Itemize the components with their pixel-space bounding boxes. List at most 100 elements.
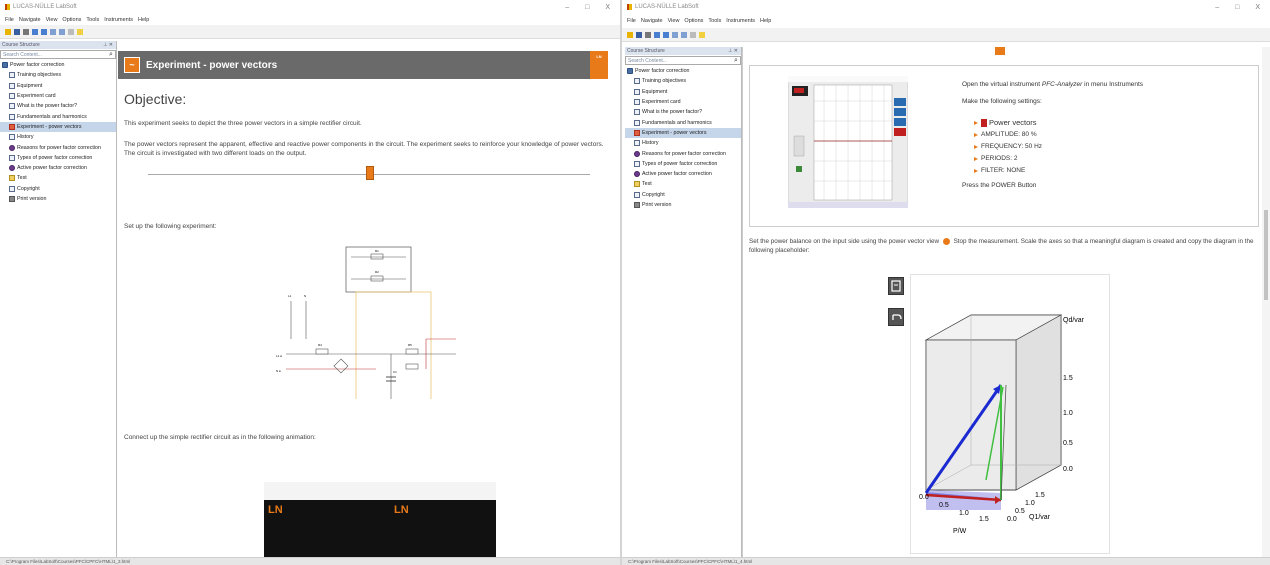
tree-root[interactable]: Power factor correction bbox=[625, 66, 741, 76]
save-icon[interactable] bbox=[636, 31, 642, 38]
tree-item-selected[interactable]: Experiment - power vectors bbox=[0, 121, 116, 133]
tree-item[interactable]: Equipment bbox=[625, 87, 741, 97]
test-icon bbox=[634, 181, 640, 188]
tick-label: 1.0 bbox=[959, 510, 969, 517]
content-area: ~ Experiment - power vectors LN Objectiv… bbox=[118, 41, 620, 557]
tree-item[interactable]: Reasons for power factor correction bbox=[625, 148, 741, 158]
menu-options[interactable]: Options bbox=[684, 18, 703, 24]
menu-instruments[interactable]: Instruments bbox=[104, 17, 133, 23]
paste-button[interactable] bbox=[888, 277, 904, 295]
tree-item[interactable]: Types of power factor correction bbox=[625, 159, 741, 169]
forward-icon[interactable] bbox=[41, 28, 47, 35]
open-icon[interactable] bbox=[5, 28, 11, 35]
tree-item[interactable]: Training objectives bbox=[0, 70, 116, 80]
copy-icon[interactable] bbox=[68, 28, 74, 35]
arrow-icon bbox=[974, 168, 978, 173]
paste-icon bbox=[891, 280, 901, 292]
bookmark-icon[interactable] bbox=[77, 28, 83, 35]
tree-item[interactable]: Reasons for power factor correction bbox=[0, 142, 116, 152]
page-icon bbox=[9, 185, 15, 192]
copy-icon[interactable] bbox=[690, 31, 696, 38]
tree-item[interactable]: Print version bbox=[0, 194, 116, 204]
page-icon bbox=[634, 78, 640, 85]
undo-button[interactable] bbox=[888, 308, 904, 326]
tree-item[interactable]: Active power factor correction bbox=[625, 169, 741, 179]
maximize-button[interactable]: □ bbox=[1235, 4, 1239, 11]
back-icon[interactable] bbox=[654, 31, 660, 38]
search-icon[interactable]: ⌕ bbox=[107, 51, 115, 59]
tree-item[interactable]: Print version bbox=[625, 200, 741, 210]
axis-label-qd: Qd/var bbox=[1063, 317, 1085, 324]
menu-tools[interactable]: Tools bbox=[86, 17, 99, 23]
search-input[interactable]: Search Content... ⌕ bbox=[625, 56, 741, 65]
tree-item[interactable]: Equipment bbox=[0, 81, 116, 91]
vertical-scrollbar[interactable] bbox=[1262, 47, 1270, 557]
page-icon bbox=[634, 109, 640, 116]
tree-item[interactable]: Fundamentals and harmonics bbox=[0, 111, 116, 121]
tree-item[interactable]: What is the power factor? bbox=[625, 107, 741, 117]
prev-icon[interactable] bbox=[50, 28, 56, 35]
save-icon[interactable] bbox=[14, 28, 20, 35]
course-tree: Power factor correction Training objecti… bbox=[0, 60, 116, 204]
tree-item[interactable]: Training objectives bbox=[625, 76, 741, 86]
minimize-button[interactable]: – bbox=[565, 4, 569, 11]
forward-icon[interactable] bbox=[663, 31, 669, 38]
bookmark-icon[interactable] bbox=[699, 31, 705, 38]
tree-item[interactable]: Copyright bbox=[625, 190, 741, 200]
menu-navigate[interactable]: Navigate bbox=[641, 18, 663, 24]
collapse-up-icon[interactable] bbox=[995, 47, 1005, 55]
print-icon[interactable] bbox=[645, 31, 651, 38]
tree-item[interactable]: Experiment card bbox=[625, 97, 741, 107]
tree-root[interactable]: Power factor correction bbox=[0, 60, 116, 70]
menu-navigate[interactable]: Navigate bbox=[19, 17, 41, 23]
maximize-button[interactable]: □ bbox=[585, 4, 589, 11]
expand-icon[interactable] bbox=[366, 166, 374, 180]
search-icon[interactable]: ⌕ bbox=[732, 57, 740, 65]
power-vector-view-icon[interactable] bbox=[942, 237, 950, 245]
open-icon[interactable] bbox=[627, 31, 633, 38]
scrollbar-thumb[interactable] bbox=[1264, 210, 1268, 300]
menu-view[interactable]: View bbox=[46, 17, 58, 23]
menu-instruments[interactable]: Instruments bbox=[726, 18, 755, 24]
menu-file[interactable]: File bbox=[627, 18, 636, 24]
page-icon bbox=[634, 160, 640, 167]
menu-options[interactable]: Options bbox=[62, 17, 81, 23]
tree-item[interactable]: Test bbox=[0, 173, 116, 183]
tree-item-selected[interactable]: Experiment - power vectors bbox=[625, 127, 741, 139]
print-icon[interactable] bbox=[23, 28, 29, 35]
tree-item[interactable]: Test bbox=[625, 179, 741, 189]
panel-controls[interactable]: ⊥ ✕ bbox=[728, 48, 741, 54]
tree-item[interactable]: Fundamentals and harmonics bbox=[625, 117, 741, 127]
tree-item-label: Experiment card bbox=[17, 93, 56, 100]
tree-item[interactable]: History bbox=[625, 138, 741, 148]
menu-tools[interactable]: Tools bbox=[708, 18, 721, 24]
status-bar: C:\Program Files\LabSoft\Courses\PFC\CPF… bbox=[622, 557, 1270, 565]
next-icon[interactable] bbox=[681, 31, 687, 38]
tree-item[interactable]: Copyright bbox=[0, 184, 116, 194]
arrow-icon bbox=[974, 120, 978, 125]
minimize-button[interactable]: – bbox=[1215, 4, 1219, 11]
tree-item[interactable]: History bbox=[0, 132, 116, 142]
tree-item[interactable]: Experiment card bbox=[0, 91, 116, 101]
menu-help[interactable]: Help bbox=[760, 18, 771, 24]
panel-header: Course Structure ⊥ ✕ bbox=[0, 41, 116, 49]
prev-icon[interactable] bbox=[672, 31, 678, 38]
tree-item[interactable]: Types of power factor correction bbox=[0, 153, 116, 163]
press-power-text: Press the POWER Button bbox=[962, 182, 1037, 189]
page-icon bbox=[9, 72, 15, 79]
menu-help[interactable]: Help bbox=[138, 17, 149, 23]
back-icon[interactable] bbox=[32, 28, 38, 35]
tree-item[interactable]: Active power factor correction bbox=[0, 163, 116, 173]
tree-item[interactable]: What is the power factor? bbox=[0, 101, 116, 111]
setting-item: FILTER: NONE bbox=[962, 166, 1143, 175]
close-button[interactable]: X bbox=[1255, 4, 1260, 11]
panel-controls[interactable]: ⊥ ✕ bbox=[103, 42, 116, 48]
search-input[interactable]: Search Content... ⌕ bbox=[0, 50, 116, 59]
app-title: LUCAS-NÜLLE LabSoft bbox=[13, 4, 77, 10]
close-button[interactable]: X bbox=[605, 4, 610, 11]
menu-view[interactable]: View bbox=[668, 18, 680, 24]
menu-file[interactable]: File bbox=[5, 17, 14, 23]
axis-label-q1: Q1/var bbox=[1029, 514, 1051, 521]
setting-label: FREQUENCY: 50 Hz bbox=[981, 143, 1043, 150]
next-icon[interactable] bbox=[59, 28, 65, 35]
